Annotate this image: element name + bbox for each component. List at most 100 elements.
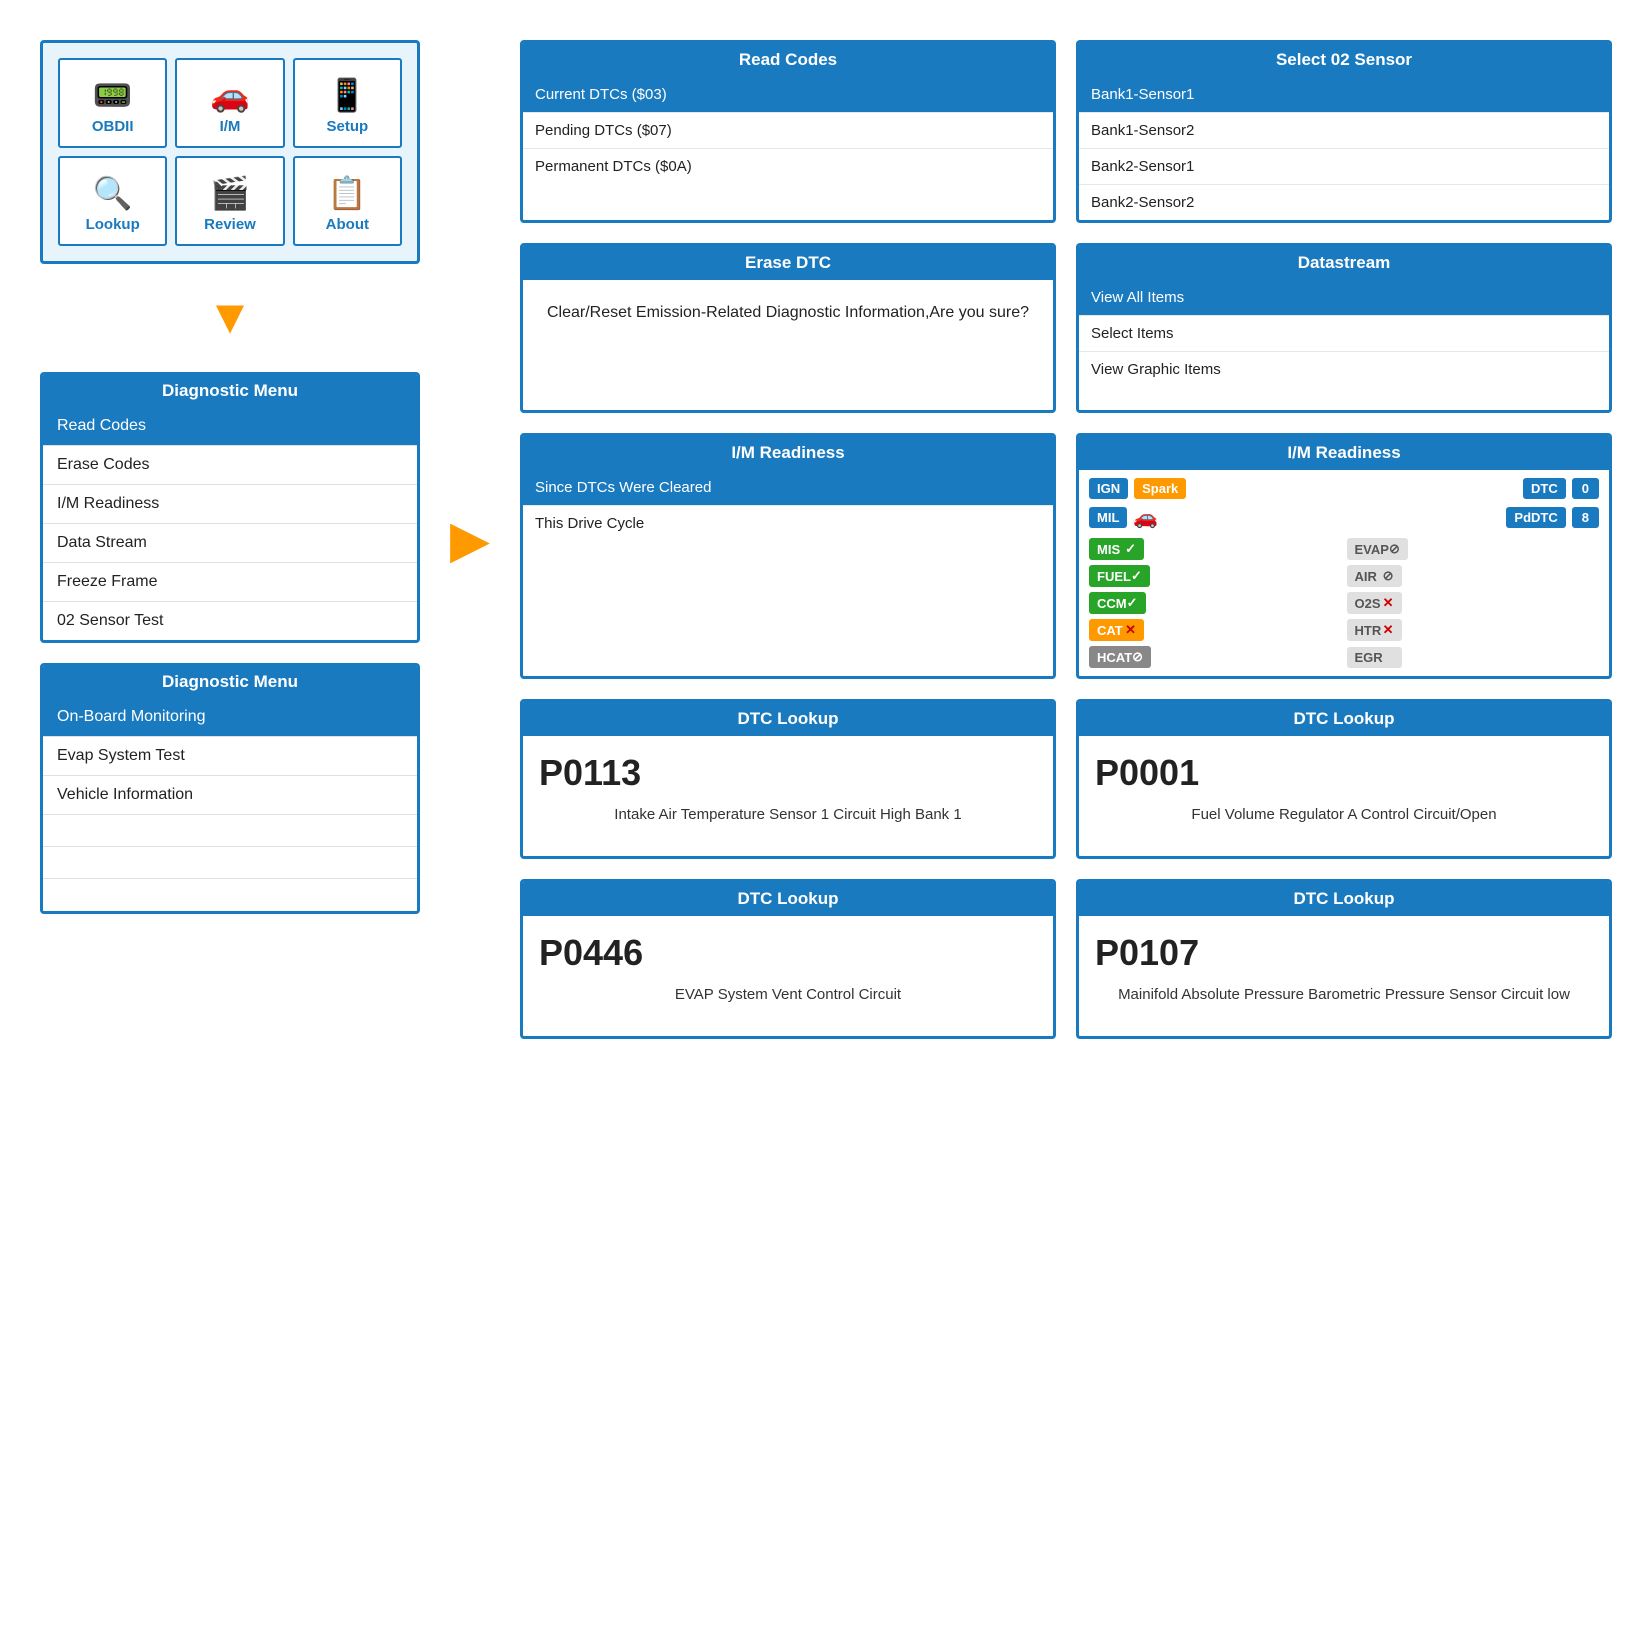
sensor-bank2-sensor2[interactable]: Bank2-Sensor2 — [1079, 185, 1609, 220]
row-4: DTC Lookup P0113 Intake Air Temperature … — [520, 699, 1612, 859]
im-since-cleared[interactable]: Since DTCs Were Cleared — [523, 470, 1053, 506]
menu-item-empty-2 — [43, 847, 417, 879]
dtc-code-4: P0107 — [1095, 932, 1593, 974]
im-icon: 🚗 — [210, 76, 250, 114]
dtc-lookup-4-body: P0107 Mainifold Absolute Pressure Barome… — [1079, 916, 1609, 1021]
diagnostic-menu-1: Diagnostic Menu Read Codes Erase Codes I… — [40, 372, 420, 643]
im-fuel-label: FUEL ✓ — [1089, 565, 1150, 587]
menu-item-on-board[interactable]: On-Board Monitoring — [43, 698, 417, 737]
im-htr-label: HTR ✕ — [1347, 619, 1402, 641]
im-air-row: AIR ⊘ — [1347, 565, 1600, 587]
pddtc-value: 8 — [1572, 507, 1599, 528]
sensor-bank1-sensor1[interactable]: Bank1-Sensor1 — [1079, 77, 1609, 113]
dtc-lookup-2-panel: DTC Lookup P0001 Fuel Volume Regulator A… — [1076, 699, 1612, 859]
row-3: I/M Readiness Since DTCs Were Cleared Th… — [520, 433, 1612, 679]
spark-label: Spark — [1134, 478, 1186, 499]
dtc-desc-2: Fuel Volume Regulator A Control Circuit/… — [1095, 804, 1593, 827]
menu-item-vehicle-info[interactable]: Vehicle Information — [43, 776, 417, 815]
im-mis-label: MIS ✓ — [1089, 538, 1144, 560]
im-readiness-left-header: I/M Readiness — [523, 436, 1053, 470]
read-codes-current[interactable]: Current DTCs ($03) — [523, 77, 1053, 113]
right-column: Read Codes Current DTCs ($03) Pending DT… — [520, 40, 1612, 1039]
review-label: Review — [204, 216, 256, 233]
im-mis-row: MIS ✓ — [1089, 538, 1342, 560]
dtc-code-2: P0001 — [1095, 752, 1593, 794]
menu-item-data-stream[interactable]: Data Stream — [43, 524, 417, 563]
im-fuel-row: FUEL ✓ — [1089, 565, 1342, 587]
arrow-right-main: ▶ — [450, 40, 490, 1039]
datastream-view-graphic[interactable]: View Graphic Items — [1079, 352, 1609, 387]
im-hcat-row: HCAT ⊘ — [1089, 646, 1342, 668]
im-htr-row: HTR ✕ — [1347, 619, 1600, 641]
about-icon: 📋 — [327, 174, 367, 212]
device-item-review[interactable]: 🎬 Review — [175, 156, 284, 246]
review-icon: 🎬 — [210, 174, 250, 212]
menu-item-02-sensor[interactable]: 02 Sensor Test — [43, 602, 417, 640]
im-evap-row: EVAP ⊘ — [1347, 538, 1600, 560]
setup-icon: 📱 — [327, 76, 367, 114]
erase-dtc-header: Erase DTC — [523, 246, 1053, 280]
device-item-about[interactable]: 📋 About — [293, 156, 402, 246]
row-5: DTC Lookup P0446 EVAP System Vent Contro… — [520, 879, 1612, 1039]
ign-badge: IGN Spark — [1089, 478, 1186, 499]
menu-item-empty-1 — [43, 815, 417, 847]
lookup-label: Lookup — [86, 216, 140, 233]
dtc-lookup-3-panel: DTC Lookup P0446 EVAP System Vent Contro… — [520, 879, 1056, 1039]
read-codes-permanent[interactable]: Permanent DTCs ($0A) — [523, 149, 1053, 184]
im-egr-label: EGR — [1347, 647, 1402, 668]
sensor-bank1-sensor2[interactable]: Bank1-Sensor2 — [1079, 113, 1609, 149]
device-item-obdii[interactable]: 📟 OBDII — [58, 58, 167, 148]
device-item-setup[interactable]: 📱 Setup — [293, 58, 402, 148]
sensor-bank2-sensor1[interactable]: Bank2-Sensor1 — [1079, 149, 1609, 185]
menu-item-read-codes[interactable]: Read Codes — [43, 407, 417, 446]
menu-item-freeze-frame[interactable]: Freeze Frame — [43, 563, 417, 602]
select-02-sensor-header: Select 02 Sensor — [1079, 43, 1609, 77]
read-codes-pending[interactable]: Pending DTCs ($07) — [523, 113, 1053, 149]
menu-item-evap-system[interactable]: Evap System Test — [43, 737, 417, 776]
mil-badge: MIL 🚗 — [1089, 505, 1158, 530]
datastream-view-all[interactable]: View All Items — [1079, 280, 1609, 316]
im-air-label: AIR ⊘ — [1347, 565, 1402, 587]
erase-dtc-message: Clear/Reset Emission-Related Diagnostic … — [523, 280, 1053, 410]
device-grid: 📟 OBDII 🚗 I/M 📱 Setup 🔍 Lookup 🎬 — [58, 58, 402, 246]
device-item-im[interactable]: 🚗 I/M — [175, 58, 284, 148]
row-1: Read Codes Current DTCs ($03) Pending DT… — [520, 40, 1612, 223]
pddtc-label: PdDTC — [1506, 507, 1565, 528]
dtc-lookup-3-body: P0446 EVAP System Vent Control Circuit — [523, 916, 1053, 1021]
dtc-desc-4: Mainifold Absolute Pressure Barometric P… — [1095, 984, 1593, 1007]
dtc-desc-1: Intake Air Temperature Sensor 1 Circuit … — [539, 804, 1037, 827]
im-o2s-row: O2S ✕ — [1347, 592, 1600, 614]
dtc-code-3: P0446 — [539, 932, 1037, 974]
datastream-header: Datastream — [1079, 246, 1609, 280]
main-layout: 📟 OBDII 🚗 I/M 📱 Setup 🔍 Lookup 🎬 — [40, 40, 1612, 1039]
datastream-panel: Datastream View All Items Select Items V… — [1076, 243, 1612, 413]
diagnostic-menu-2: Diagnostic Menu On-Board Monitoring Evap… — [40, 663, 420, 914]
device-item-lookup[interactable]: 🔍 Lookup — [58, 156, 167, 246]
dtc-badge: DTC 0 — [1523, 478, 1599, 499]
read-codes-panel: Read Codes Current DTCs ($03) Pending DT… — [520, 40, 1056, 223]
im-readiness-right-panel: I/M Readiness IGN Spark DTC 0 — [1076, 433, 1612, 679]
menu-item-erase-codes[interactable]: Erase Codes — [43, 446, 417, 485]
dtc-label: DTC — [1523, 478, 1566, 499]
read-codes-header: Read Codes — [523, 43, 1053, 77]
menu-item-im-readiness[interactable]: I/M Readiness — [43, 485, 417, 524]
mil-car-icon: 🚗 — [1133, 505, 1158, 530]
im-status-grid: MIS ✓ EVAP ⊘ FUEL ✓ AIR ⊘ — [1089, 538, 1599, 668]
dtc-lookup-1-panel: DTC Lookup P0113 Intake Air Temperature … — [520, 699, 1056, 859]
ign-label: IGN — [1089, 478, 1128, 499]
dtc-lookup-4-header: DTC Lookup — [1079, 882, 1609, 916]
im-drive-cycle[interactable]: This Drive Cycle — [523, 506, 1053, 541]
datastream-select-items[interactable]: Select Items — [1079, 316, 1609, 352]
im-egr-row: EGR — [1347, 646, 1600, 668]
select-02-sensor-panel: Select 02 Sensor Bank1-Sensor1 Bank1-Sen… — [1076, 40, 1612, 223]
about-label: About — [326, 216, 369, 233]
dtc-lookup-3-header: DTC Lookup — [523, 882, 1053, 916]
left-column: 📟 OBDII 🚗 I/M 📱 Setup 🔍 Lookup 🎬 — [40, 40, 420, 1039]
dtc-lookup-4-panel: DTC Lookup P0107 Mainifold Absolute Pres… — [1076, 879, 1612, 1039]
im-ccm-row: CCM ✓ — [1089, 592, 1342, 614]
im-readiness-body: IGN Spark DTC 0 MIL 🚗 — [1079, 470, 1609, 676]
arrow-down: ▼ — [40, 294, 420, 342]
menu-item-empty-3 — [43, 879, 417, 911]
im-cat-row: CAT ✕ — [1089, 619, 1342, 641]
im-evap-label: EVAP ⊘ — [1347, 538, 1408, 560]
